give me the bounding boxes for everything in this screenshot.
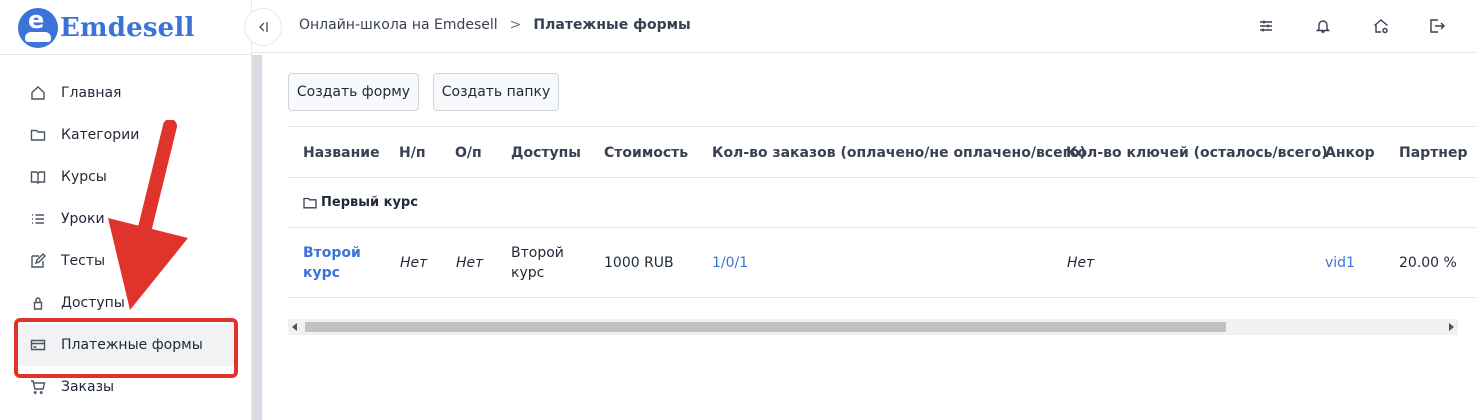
form-name-link[interactable]: Второй курс [303, 243, 361, 283]
scrollbar-thumb[interactable] [305, 322, 1226, 332]
cell-price: 1000 RUB [604, 255, 674, 271]
cell-op: Нет [456, 255, 484, 271]
folder-label: Первый курс [303, 195, 418, 210]
bell-icon[interactable] [1314, 17, 1332, 35]
create-folder-button[interactable]: Создать папку [433, 73, 559, 111]
sidebar-item-label: Категории [61, 127, 140, 143]
table-horizontal-scrollbar[interactable] [288, 319, 1458, 335]
breadcrumb-current: Платежные формы [533, 17, 691, 33]
sidebar-item-courses[interactable]: Курсы [14, 156, 238, 198]
collapse-sidebar-button[interactable] [244, 8, 282, 46]
lock-icon [30, 295, 46, 311]
column-header[interactable]: Стоимость [604, 145, 688, 161]
table-header: Название Н/п О/п Доступы Стоимость Кол-в… [288, 126, 1476, 178]
cell-partner: 20.00 % [1399, 255, 1457, 271]
scroll-right-icon[interactable] [1449, 323, 1454, 331]
edit-icon [30, 253, 46, 269]
sidebar-item-lessons[interactable]: Уроки [14, 198, 238, 240]
breadcrumb: Онлайн-школа на Emdesell > Платежные фор… [299, 17, 691, 33]
column-header[interactable]: Анкор [1325, 145, 1375, 161]
column-header[interactable]: Название [303, 145, 380, 161]
highlight-annotation [14, 318, 238, 378]
folder-name: Первый курс [321, 195, 418, 210]
column-header[interactable]: О/п [455, 145, 482, 161]
anchor-link[interactable]: vid1 [1325, 253, 1355, 273]
book-icon [30, 169, 46, 185]
cell-np: Нет [400, 255, 428, 271]
sidebar-scrollbar[interactable] [252, 55, 262, 420]
home-settings-icon[interactable] [1372, 17, 1390, 35]
breadcrumb-root[interactable]: Онлайн-школа на Emdesell [299, 17, 498, 33]
logo[interactable]: e Emdesell [18, 8, 195, 48]
logo-letter: e [28, 8, 45, 34]
collapse-left-icon [259, 22, 268, 32]
logo-badge-icon: e [18, 8, 58, 48]
column-header[interactable]: Н/п [399, 145, 426, 161]
home-icon [30, 85, 46, 101]
sidebar-item-home[interactable]: Главная [14, 72, 238, 114]
list-icon [30, 211, 46, 227]
top-header: Онлайн-школа на Emdesell > Платежные фор… [244, 0, 1476, 53]
sidebar-item-label: Курсы [61, 169, 107, 185]
logout-icon[interactable] [1428, 17, 1446, 35]
folder-row[interactable]: Первый курс [288, 178, 1476, 228]
sidebar-item-categories[interactable]: Категории [14, 114, 238, 156]
sidebar-item-tests[interactable]: Тесты [14, 240, 238, 282]
column-header[interactable]: Кол-во заказов (оплачено/не оплачено/все… [712, 145, 1086, 161]
column-header[interactable]: Партнер [1399, 145, 1468, 161]
sidebar-item-label: Уроки [61, 211, 105, 227]
sidebar-item-label: Главная [61, 85, 122, 101]
cart-icon [30, 379, 46, 395]
folder-icon [30, 127, 46, 143]
folder-icon [303, 197, 317, 208]
orders-count-link[interactable]: 1/0/1 [712, 253, 748, 273]
column-header[interactable]: Доступы [511, 145, 581, 161]
cell-access: Второй курс [511, 245, 564, 281]
sidebar-item-label: Заказы [61, 379, 115, 395]
settings-sliders-icon[interactable] [1257, 17, 1275, 35]
sidebar-divider [0, 54, 252, 55]
sidebar-item-label: Тесты [61, 253, 106, 269]
sidebar-item-label: Доступы [61, 295, 125, 311]
scroll-left-icon[interactable] [292, 323, 297, 331]
breadcrumb-separator: > [509, 17, 522, 33]
create-form-button[interactable]: Создать форму [288, 73, 419, 111]
payment-forms-table: Название Н/п О/п Доступы Стоимость Кол-в… [288, 126, 1476, 336]
logo-text: Emdesell [60, 13, 195, 43]
table-row: Второй курс Нет Нет Второй курс 1000 RUB… [288, 228, 1476, 298]
cell-keys: Нет [1067, 255, 1095, 271]
column-header[interactable]: Кол-во ключей (осталось/всего) [1066, 145, 1328, 161]
